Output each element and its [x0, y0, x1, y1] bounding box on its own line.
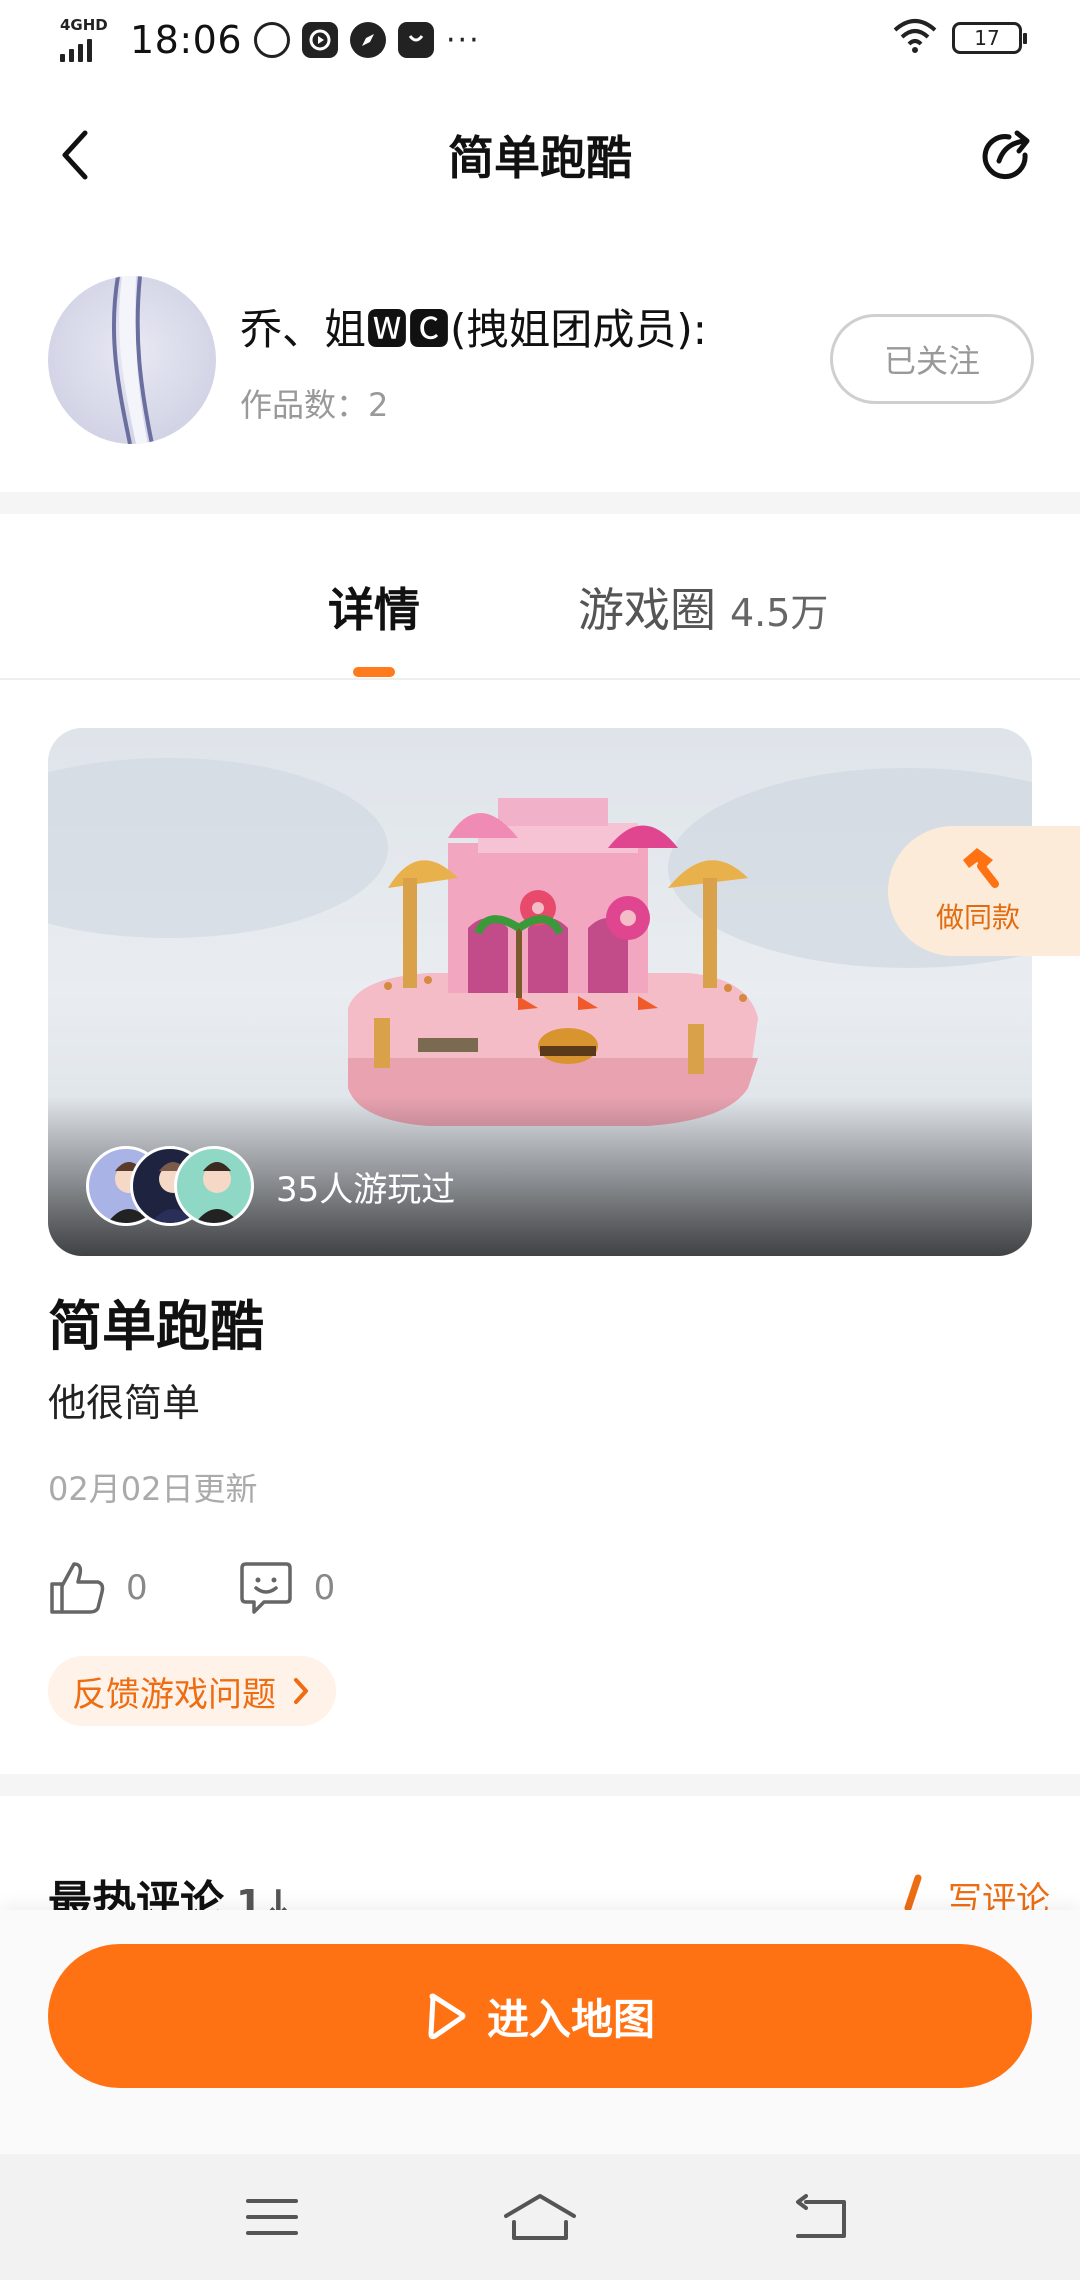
follow-button[interactable]: 已关注	[830, 314, 1034, 404]
cat-notification-icon	[254, 22, 291, 58]
title-bar: 简单跑酷	[0, 100, 1080, 210]
author-name[interactable]: 乔、姐🆆🅲(拽姐团成员):	[240, 296, 707, 357]
like-button[interactable]: 0	[48, 1560, 148, 1616]
make-same-button[interactable]: 做同款	[888, 826, 1080, 956]
tab-game-circle-label: 游戏圈	[578, 583, 716, 637]
video-notification-icon	[302, 22, 339, 58]
reactions-row: 0 0	[48, 1560, 425, 1616]
play-icon	[428, 1993, 466, 2040]
players-count-label: 35人游玩过	[276, 1169, 456, 1210]
author-row: 乔、姐🆆🅲(拽姐团成员): 作品数：2 已关注	[0, 270, 1080, 450]
battery-level: 17	[974, 26, 1000, 50]
feedback-label: 反馈游戏问题	[72, 1674, 276, 1715]
enter-map-button[interactable]: 进入地图	[48, 1944, 1032, 2088]
tab-bar: 详情 游戏圈 4.5万	[0, 530, 1080, 680]
comment-count: 0	[313, 1568, 336, 1608]
make-same-label: 做同款	[935, 901, 1020, 934]
wifi-icon	[892, 18, 938, 58]
tab-details[interactable]: 详情	[328, 574, 420, 640]
compass-notification-icon	[350, 22, 387, 58]
section-divider	[0, 492, 1080, 514]
share-button[interactable]	[970, 120, 1044, 194]
status-bar-left: 4GHD 18:06 ···	[58, 14, 481, 66]
comment-button[interactable]: 0	[238, 1560, 336, 1616]
tab-game-circle[interactable]: 游戏圈 4.5万	[578, 574, 828, 640]
clock: 18:06	[130, 18, 243, 62]
hammer-icon	[963, 848, 999, 888]
chevron-right-icon	[294, 1678, 308, 1704]
like-count: 0	[126, 1568, 148, 1608]
thumbs-up-icon	[50, 1562, 105, 1614]
network-signal-icon: 4GHD	[58, 14, 118, 66]
back-nav-button[interactable]	[782, 2184, 862, 2250]
more-notifications-icon: ···	[446, 22, 481, 58]
status-bar: 4GHD 18:06 ··· 17	[0, 0, 1080, 86]
home-nav-button[interactable]	[500, 2184, 580, 2250]
tab-details-label: 详情	[328, 583, 420, 637]
map-preview-card[interactable]: 35人游玩过	[48, 728, 1032, 1256]
bottom-action-panel: 进入地图	[0, 1910, 1080, 2154]
enter-map-label: 进入地图	[486, 1994, 655, 2044]
home-icon	[504, 2194, 576, 2240]
game-updated-date: 02月02日更新	[48, 1470, 258, 1508]
players-summary[interactable]: 35人游玩过	[86, 1146, 455, 1226]
comment-face-icon	[239, 1562, 292, 1614]
network-type-label: 4GHD	[60, 16, 108, 34]
author-avatar[interactable]	[48, 276, 216, 444]
tab-game-circle-count: 4.5万	[730, 591, 829, 635]
back-arrow-icon	[796, 2194, 846, 2238]
system-nav-bar	[0, 2154, 1080, 2280]
author-works-count: 作品数：2	[240, 386, 389, 424]
game-title: 简单跑酷	[48, 1295, 264, 1358]
menu-icon	[246, 2199, 298, 2235]
battery-icon: 17	[952, 22, 1027, 54]
game-description: 他很简单	[48, 1381, 201, 1425]
page-title: 简单跑酷	[448, 131, 632, 185]
menu-nav-button[interactable]	[232, 2184, 312, 2250]
tab-active-indicator	[353, 667, 395, 677]
feedback-button[interactable]: 反馈游戏问题	[48, 1656, 336, 1726]
player-avatar	[174, 1146, 254, 1226]
section-divider	[0, 1774, 1080, 1796]
status-bar-right: 17	[892, 18, 1027, 58]
share-icon	[982, 130, 1030, 180]
bag-notification-icon	[398, 22, 435, 58]
